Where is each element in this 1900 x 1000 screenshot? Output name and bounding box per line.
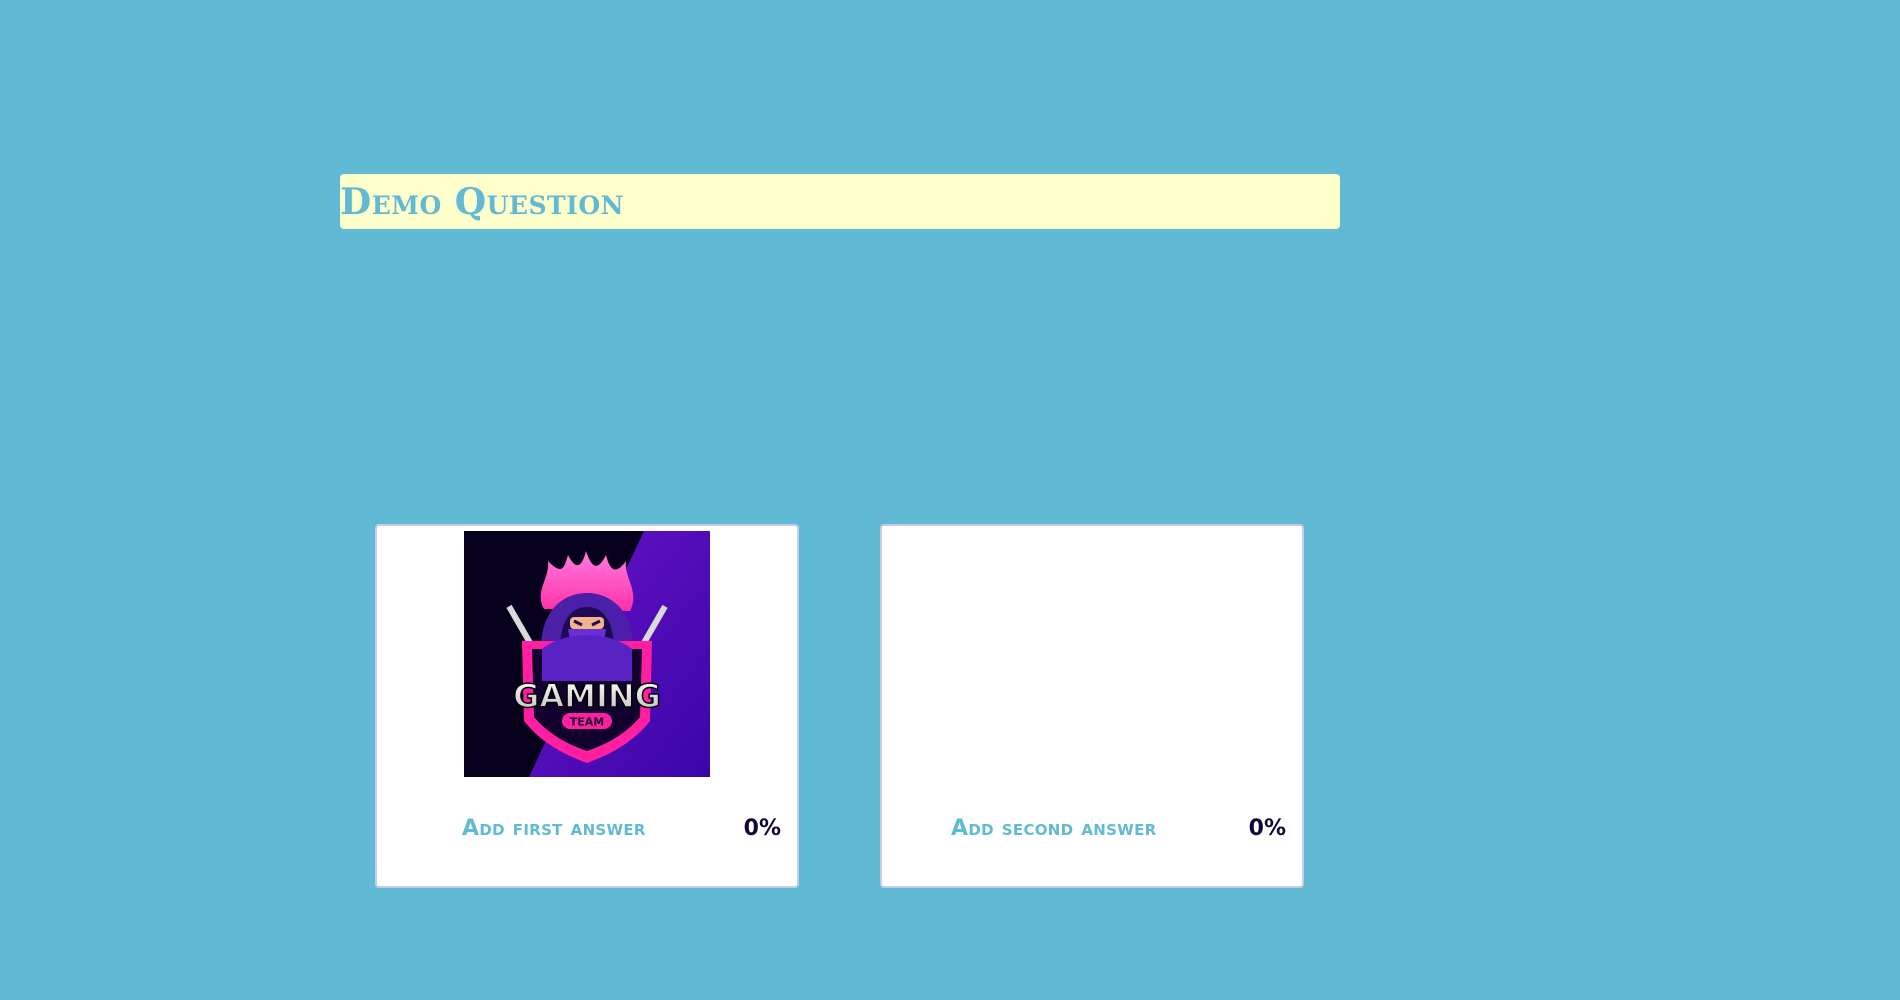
answer-card-second[interactable]: Add second answer 0% [880,524,1304,888]
question-title[interactable]: Demo Question [340,184,624,220]
question-bar[interactable]: Demo Question [340,174,1340,229]
first-answer-percent: 0% [743,816,781,841]
logo-subtext: TEAM [570,716,604,729]
gaming-team-logo-image[interactable]: GAMING TEAM [464,531,710,777]
answer-card-first[interactable]: GAMING TEAM Add first answer 0% [375,524,799,888]
logo-text: GAMING [513,677,661,715]
second-answer-label[interactable]: Add second answer [951,816,1156,841]
first-answer-label[interactable]: Add first answer [462,816,646,841]
second-answer-percent: 0% [1248,816,1286,841]
